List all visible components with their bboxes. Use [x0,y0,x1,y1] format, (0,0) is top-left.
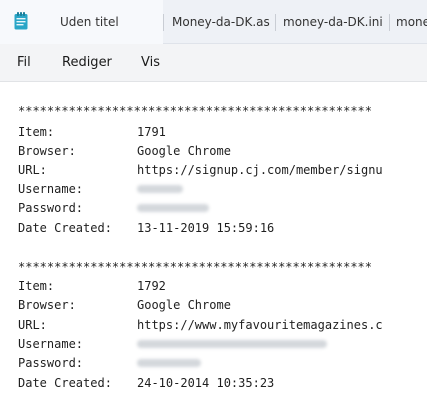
item-row: Item: 1791 [18,123,166,141]
url-row: URL: https://signup.cj.com/member/signu [18,161,383,179]
password-label: Password: [18,356,84,370]
date-row: Date Created: 13-11-2019 15:59:16 [18,219,274,237]
tab-money-da-dk-ini[interactable]: money-da-DK.ini [283,0,383,44]
browser-label: Browser: [18,144,76,158]
menu-edit[interactable]: Rediger [62,44,112,82]
url-value: https://www.myfavouritemagazines.c [137,318,383,332]
date-value: 24-10-2014 10:35:23 [137,376,275,390]
url-row: URL: https://www.myfavouritemagazines.c [18,316,383,334]
redacted-username [137,340,327,348]
menu-bar: Fil Rediger Vis [0,44,427,82]
browser-label: Browser: [18,298,76,312]
menu-file[interactable]: Fil [17,44,31,82]
username-label: Username: [18,337,84,351]
item-label: Item: [18,279,55,293]
menu-view[interactable]: Vis [141,44,160,82]
item-value: 1792 [137,279,166,293]
browser-row: Browser: Google Chrome [18,296,231,314]
separator-line: ****************************************… [18,260,373,274]
item-label: Item: [18,125,55,139]
url-label: URL: [18,163,47,177]
password-row: Password: [18,354,201,372]
tab-divider [389,14,390,31]
tab-active[interactable]: Uden titel [0,0,163,44]
username-label: Username: [18,182,84,196]
date-value: 13-11-2019 15:59:16 [137,221,275,235]
tab-divider [163,14,164,31]
tab-divider [275,14,276,31]
browser-value: Google Chrome [137,144,231,158]
username-row: Username: [18,180,183,198]
username-row: Username: [18,335,327,353]
redacted-password [137,204,209,212]
item-value: 1791 [137,125,166,139]
date-label: Date Created: [18,376,112,390]
date-row: Date Created: 24-10-2014 10:35:23 [18,374,274,392]
text-editor[interactable]: ****************************************… [0,82,427,404]
url-value: https://signup.cj.com/member/signu [137,163,383,177]
url-label: URL: [18,318,47,332]
browser-row: Browser: Google Chrome [18,142,231,160]
redacted-password [137,359,201,367]
browser-value: Google Chrome [137,298,231,312]
separator-line: ****************************************… [18,104,373,118]
password-label: Password: [18,201,84,215]
tab-bar: Uden titel Money-da-DK.as money-da-DK.in… [0,0,427,44]
tab-money-da-dk-as[interactable]: Money-da-DK.as [172,0,270,44]
tab-label-untitled: Uden titel [60,15,119,29]
password-row: Password: [18,199,209,217]
item-row: Item: 1792 [18,277,166,295]
notepad-icon [14,12,28,30]
date-label: Date Created: [18,221,112,235]
redacted-username [137,185,183,193]
tab-mone[interactable]: mone [396,0,427,44]
